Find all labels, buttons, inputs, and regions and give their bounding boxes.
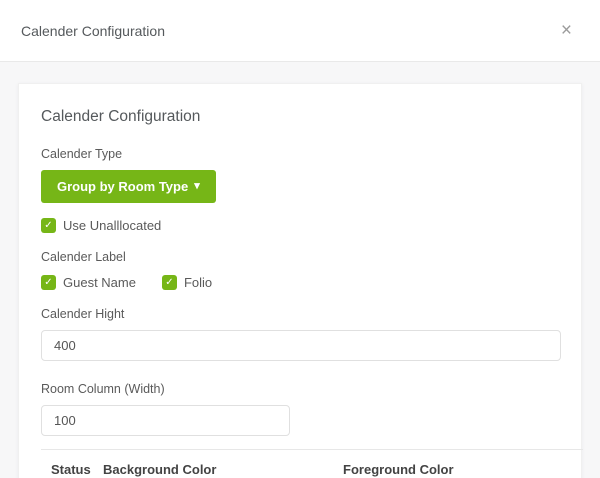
room-column-width-label: Room Column (Width) bbox=[41, 382, 165, 396]
background-color-column-header: Background Color bbox=[103, 449, 344, 478]
card-heading: Calender Configuration bbox=[41, 108, 201, 125]
foreground-color-column-header: Foreground Color bbox=[343, 449, 584, 478]
check-icon: ✓ bbox=[44, 276, 53, 288]
calender-label-options-row: ✓ Guest Name ✓ Folio bbox=[41, 275, 559, 290]
calender-hight-label: Calender Hight bbox=[41, 307, 125, 321]
use-unallocated-checkbox[interactable]: ✓ Use Unalllocated bbox=[41, 218, 161, 233]
modal-header: Calender Configuration × bbox=[0, 0, 600, 62]
folio-label: Folio bbox=[183, 275, 213, 290]
close-icon[interactable]: × bbox=[557, 21, 576, 40]
calender-configuration-card: Calender Configuration Calender Type Gro… bbox=[18, 83, 584, 478]
calender-type-label: Calender Type bbox=[41, 147, 123, 161]
calender-hight-input[interactable] bbox=[41, 330, 561, 361]
dropdown-label: Group by Room Type bbox=[57, 179, 189, 194]
modal-title: Calender Configuration bbox=[21, 22, 165, 39]
use-unallocated-label: Use Unalllocated bbox=[63, 218, 162, 233]
checkbox-checked: ✓ bbox=[41, 275, 56, 290]
group-by-room-type-dropdown[interactable]: Group by Room Type ▾ bbox=[41, 170, 216, 203]
status-colors-table: Status Background Color Foreground Color… bbox=[41, 449, 584, 478]
checkbox-checked: ✓ bbox=[41, 218, 56, 233]
guest-name-label: Guest Name bbox=[63, 275, 136, 290]
room-column-width-input[interactable] bbox=[41, 405, 290, 436]
table-header-row: Status Background Color Foreground Color bbox=[41, 449, 584, 478]
status-column-header: Status bbox=[41, 449, 104, 478]
folio-checkbox[interactable]: ✓ Folio bbox=[161, 275, 213, 290]
check-icon: ✓ bbox=[44, 219, 53, 231]
guest-name-checkbox[interactable]: ✓ Guest Name bbox=[41, 275, 136, 290]
check-icon: ✓ bbox=[165, 276, 174, 288]
use-unallocated-row: ✓ Use Unalllocated bbox=[41, 218, 559, 233]
caret-down-icon: ▾ bbox=[194, 180, 200, 192]
checkbox-checked: ✓ bbox=[161, 275, 177, 290]
calender-label-label: Calender Label bbox=[41, 250, 126, 264]
